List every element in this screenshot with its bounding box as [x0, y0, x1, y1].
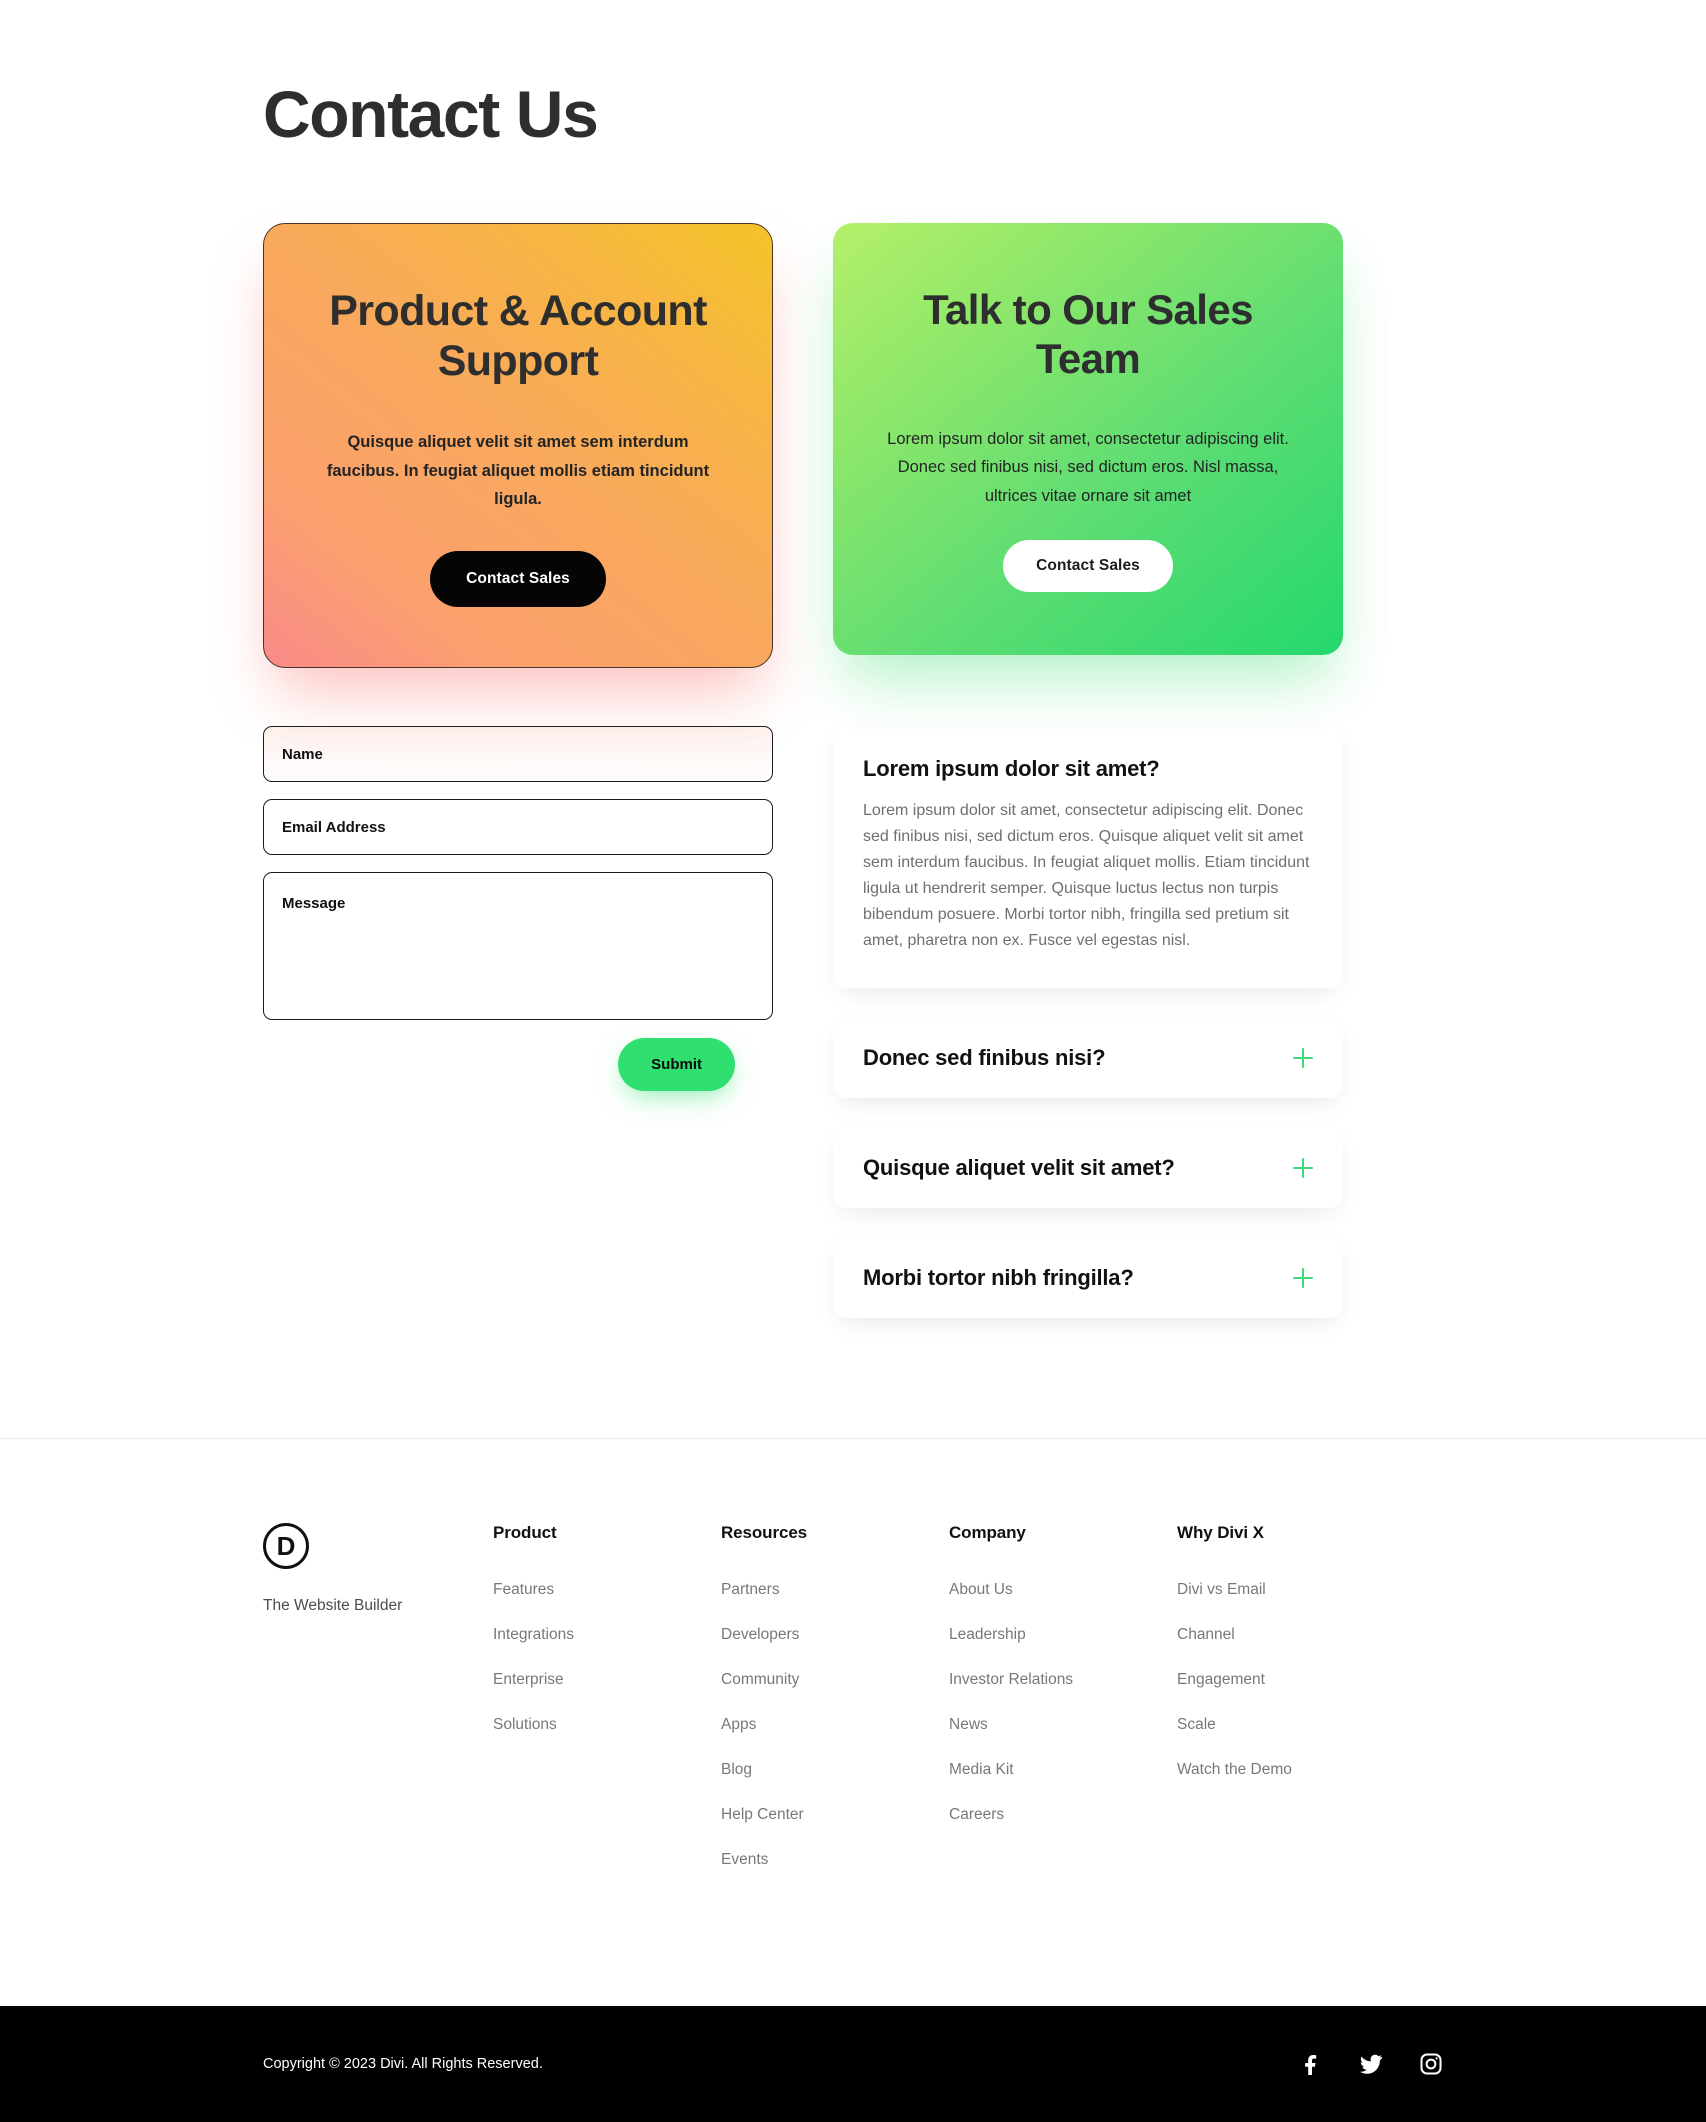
social-links: [1299, 2052, 1443, 2076]
faq-question-2: Quisque aliquet velit sit amet?: [863, 1154, 1175, 1180]
footer-link-investor-relations[interactable]: Investor Relations: [949, 1671, 1177, 1689]
contact-form: Submit: [263, 726, 773, 1092]
footer-link-channel[interactable]: Channel: [1177, 1626, 1405, 1644]
footer-bottom-bar: Copyright © 2023 Divi. All Rights Reserv…: [0, 2005, 1706, 2122]
page-title: Contact Us: [263, 77, 599, 151]
footer-heading-company: Company: [949, 1522, 1026, 1542]
promo-card-sales-body: Lorem ipsum dolor sit amet, consectetur …: [887, 429, 1289, 505]
footer-link-community[interactable]: Community: [721, 1671, 949, 1689]
content-container: Contact Us Product & Account Support Qui…: [263, 0, 1443, 1348]
facebook-icon[interactable]: [1299, 2052, 1323, 2076]
twitter-icon[interactable]: [1359, 2052, 1383, 2076]
faq-question-3: Morbi tortor nibh fringilla?: [863, 1264, 1134, 1290]
promo-card-sales: Talk to Our Sales Team Lorem ipsum dolor…: [833, 222, 1343, 655]
form-faq-row: Submit Lorem ipsum dolor sit amet? Lorem…: [263, 726, 1443, 1347]
footer-link-events[interactable]: Events: [721, 1851, 949, 1869]
email-input[interactable]: [263, 799, 773, 856]
footer-column-product: Product Features Integrations Enterprise…: [493, 1523, 721, 1761]
footer-column-resources: Resources Partners Developers Community …: [721, 1523, 949, 1896]
faq-open-question: Lorem ipsum dolor sit amet?: [863, 756, 1160, 782]
faq-open-answer: Lorem ipsum dolor sit amet, consectetur …: [863, 802, 1310, 949]
name-input[interactable]: [263, 726, 773, 783]
footer-link-partners[interactable]: Partners: [721, 1581, 949, 1599]
plus-icon[interactable]: [1293, 1267, 1313, 1288]
promo-cards-row: Product & Account Support Quisque alique…: [263, 222, 1443, 669]
faq-question-1: Donec sed finibus nisi?: [863, 1044, 1106, 1070]
footer-column-why-divi-x: Why Divi X Divi vs Email Channel Engagem…: [1177, 1523, 1405, 1806]
footer-link-watch-the-demo[interactable]: Watch the Demo: [1177, 1761, 1405, 1779]
copyright-text: Copyright © 2023 Divi. All Rights Reserv…: [263, 2055, 543, 2072]
footer-heading-product: Product: [493, 1522, 557, 1542]
footer-link-blog[interactable]: Blog: [721, 1761, 949, 1779]
footer-heading-resources: Resources: [721, 1522, 808, 1542]
footer-link-leadership[interactable]: Leadership: [949, 1626, 1177, 1644]
footer-link-integrations[interactable]: Integrations: [493, 1626, 721, 1644]
plus-icon[interactable]: [1293, 1157, 1313, 1178]
instagram-icon[interactable]: [1419, 2052, 1443, 2076]
submit-row: Submit: [263, 1038, 773, 1092]
divi-logo-icon: D: [263, 1522, 309, 1569]
faq-item-open[interactable]: Lorem ipsum dolor sit amet? Lorem ipsum …: [833, 726, 1343, 988]
contact-sales-button-support[interactable]: Contact Sales: [430, 551, 606, 608]
footer-link-careers[interactable]: Careers: [949, 1806, 1177, 1824]
footer-link-news[interactable]: News: [949, 1716, 1177, 1734]
footer-link-media-kit[interactable]: Media Kit: [949, 1761, 1177, 1779]
faq-item-collapsed-2[interactable]: Quisque aliquet velit sit amet?: [833, 1127, 1343, 1208]
footer-link-scale[interactable]: Scale: [1177, 1716, 1405, 1734]
footer-link-divi-vs-email[interactable]: Divi vs Email: [1177, 1581, 1405, 1599]
faq-item-collapsed-1[interactable]: Donec sed finibus nisi?: [833, 1017, 1343, 1098]
footer-column-company: Company About Us Leadership Investor Rel…: [949, 1523, 1177, 1851]
message-input[interactable]: [263, 872, 773, 1021]
contact-sales-button-sales[interactable]: Contact Sales: [1003, 539, 1173, 592]
brand-tagline: The Website Builder: [263, 1596, 403, 1614]
promo-card-support-body: Quisque aliquet velit sit amet sem inter…: [326, 433, 710, 508]
faq-item-collapsed-3[interactable]: Morbi tortor nibh fringilla?: [833, 1237, 1343, 1318]
footer-columns: D The Website Builder Product Features I…: [263, 1522, 1443, 1896]
footer-link-apps[interactable]: Apps: [721, 1716, 949, 1734]
footer-brand: D The Website Builder: [263, 1522, 493, 1615]
plus-icon[interactable]: [1293, 1047, 1313, 1068]
promo-card-support-title: Product & Account Support: [329, 286, 707, 385]
footer-link-features[interactable]: Features: [493, 1581, 721, 1599]
footer-link-solutions[interactable]: Solutions: [493, 1716, 721, 1734]
footer-link-about-us[interactable]: About Us: [949, 1581, 1177, 1599]
promo-card-support: Product & Account Support Quisque alique…: [263, 222, 773, 669]
footer-heading-why-divi-x: Why Divi X: [1177, 1522, 1264, 1542]
footer-link-engagement[interactable]: Engagement: [1177, 1671, 1405, 1689]
footer: D The Website Builder Product Features I…: [0, 1438, 1706, 2122]
contact-page: Contact Us Product & Account Support Qui…: [0, 0, 1706, 2122]
footer-link-enterprise[interactable]: Enterprise: [493, 1671, 721, 1689]
submit-button[interactable]: Submit: [618, 1038, 735, 1092]
bottom-bar-inner: Copyright © 2023 Divi. All Rights Reserv…: [263, 2052, 1443, 2076]
promo-card-sales-title: Talk to Our Sales Team: [923, 285, 1253, 382]
footer-link-help-center[interactable]: Help Center: [721, 1806, 949, 1824]
footer-link-developers[interactable]: Developers: [721, 1626, 949, 1644]
main-content: Contact Us Product & Account Support Qui…: [0, 0, 1706, 1408]
faq-list: Lorem ipsum dolor sit amet? Lorem ipsum …: [833, 726, 1343, 1347]
